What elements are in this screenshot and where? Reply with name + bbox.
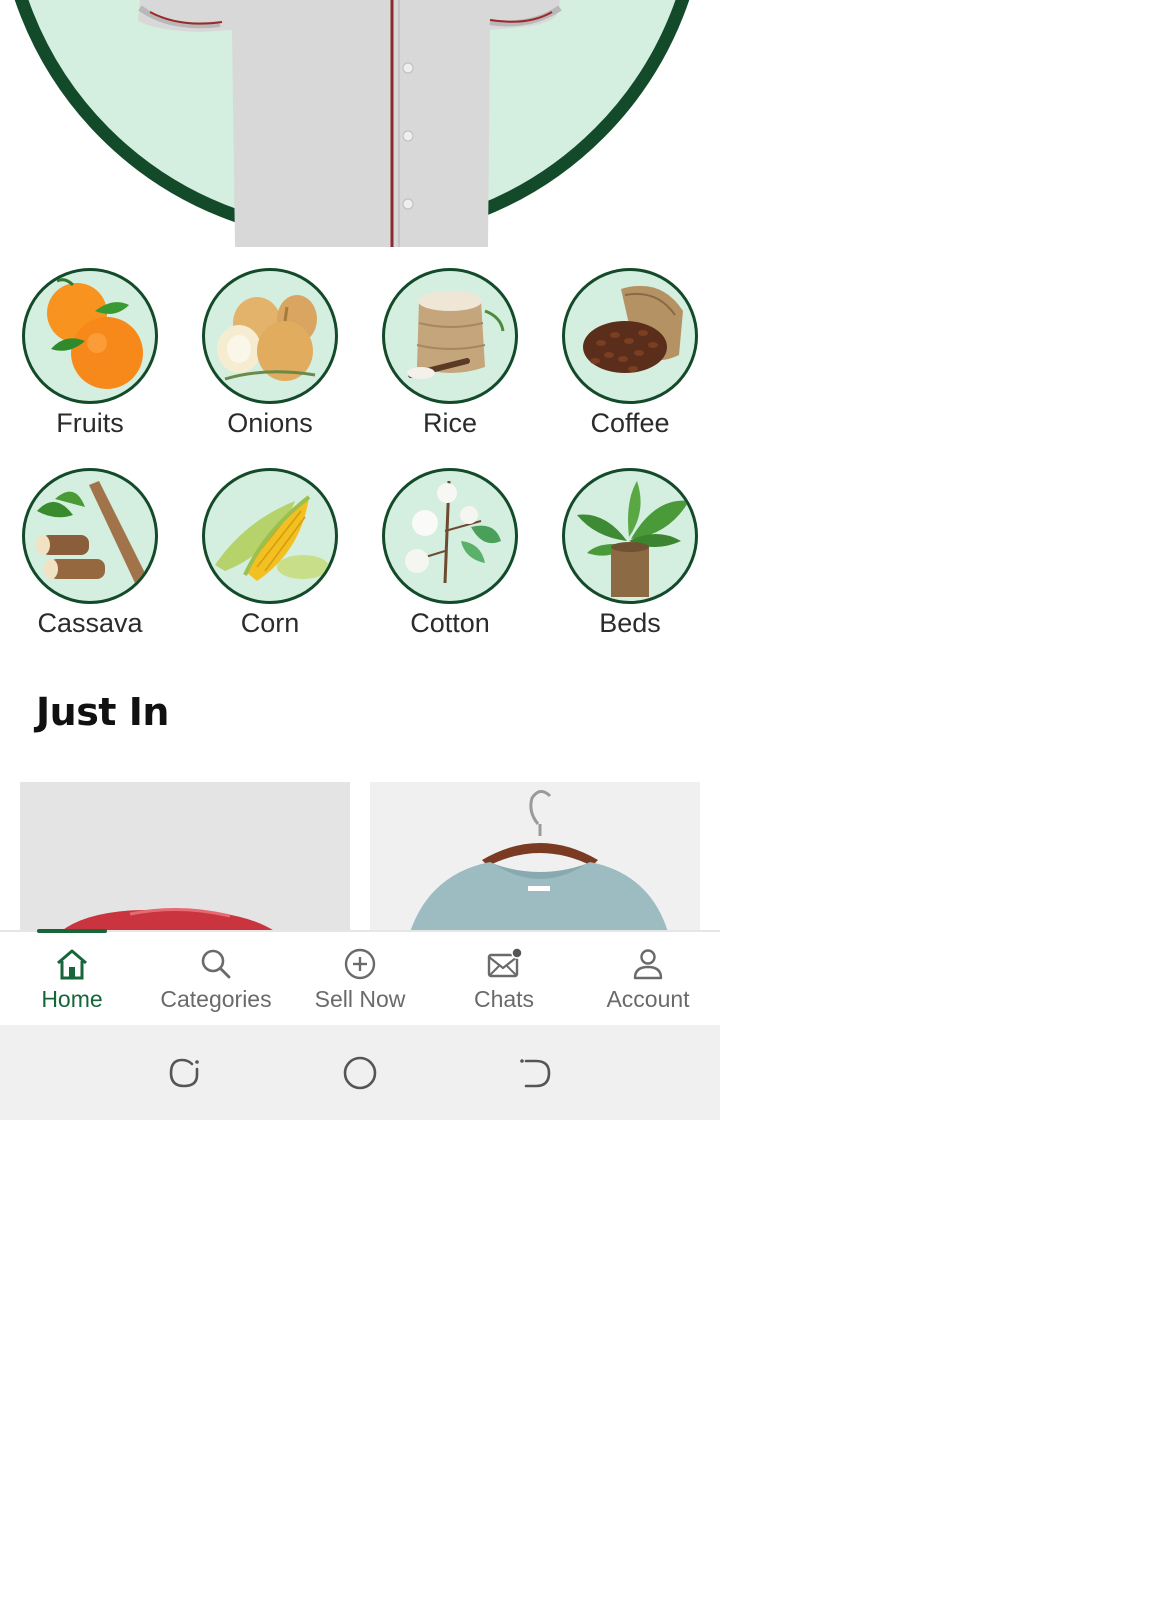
- category-cotton-circle: [382, 468, 518, 604]
- category-rice[interactable]: Rice: [370, 268, 530, 440]
- hero-banner[interactable]: [0, 0, 720, 247]
- shirt-image: [138, 0, 562, 247]
- nav-sell-now[interactable]: Sell Now: [288, 932, 432, 1027]
- onions-icon: [217, 295, 317, 381]
- category-onions-circle: [202, 268, 338, 404]
- category-beds-circle: [562, 468, 698, 604]
- cotton-icon: [405, 480, 501, 584]
- category-label: Fruits: [56, 408, 124, 438]
- category-label: Coffee: [590, 408, 670, 438]
- category-corn-circle: [202, 468, 338, 604]
- search-icon: [201, 949, 231, 979]
- unread-dot: [511, 947, 522, 959]
- category-rice-circle: [382, 268, 518, 404]
- recent-apps-icon[interactable]: [166, 1055, 202, 1091]
- meat-image: [20, 782, 350, 932]
- back-icon[interactable]: [518, 1055, 554, 1091]
- category-label: Cotton: [410, 608, 490, 638]
- plus-circle-icon: [344, 948, 376, 980]
- category-corn[interactable]: Corn: [190, 468, 350, 640]
- mail-icon: [487, 947, 522, 978]
- category-label: Beds: [599, 608, 661, 638]
- category-label: Onions: [227, 408, 313, 438]
- oranges-icon: [47, 278, 143, 389]
- category-label: Corn: [240, 608, 300, 638]
- screen: Fruits Onions Rice Coffee Cassava Corn C…: [0, 0, 720, 1120]
- coffee-beans-icon: [583, 285, 683, 373]
- category-fruits-circle: [22, 268, 158, 404]
- just-in-card-tshirt[interactable]: [370, 782, 700, 932]
- category-coffee[interactable]: Coffee: [550, 268, 710, 440]
- nav-account-label: Account: [606, 986, 690, 1012]
- tshirt-on-hanger-image: [370, 782, 700, 932]
- system-nav-bar: [0, 1025, 720, 1120]
- nav-chats-label: Chats: [473, 986, 535, 1012]
- nav-home[interactable]: Home: [0, 932, 144, 1027]
- person-icon: [633, 949, 663, 980]
- nav-categories[interactable]: Categories: [144, 932, 288, 1027]
- category-label: Rice: [422, 408, 477, 438]
- just-in-card-meat[interactable]: [20, 782, 350, 932]
- category-cassava-circle: [22, 468, 158, 604]
- nav-chats[interactable]: Chats: [432, 932, 576, 1027]
- cassava-icon: [36, 481, 147, 583]
- nav-home-label: Home: [41, 986, 103, 1012]
- home-button-icon[interactable]: [342, 1055, 378, 1091]
- nav-account[interactable]: Account: [576, 932, 720, 1027]
- rice-sack-icon: [407, 291, 505, 379]
- nav-sell-now-label: Sell Now: [314, 986, 406, 1012]
- category-cotton[interactable]: Cotton: [370, 468, 530, 640]
- category-onions[interactable]: Onions: [190, 268, 350, 440]
- category-coffee-circle: [562, 268, 698, 404]
- potted-plant-icon: [577, 481, 689, 597]
- category-cassava[interactable]: Cassava: [10, 468, 170, 640]
- category-beds[interactable]: Beds: [550, 468, 710, 640]
- home-icon: [57, 949, 87, 980]
- bottom-nav: Home Categories Sell Now Chats Account: [0, 929, 720, 1027]
- category-label: Cassava: [37, 608, 143, 638]
- just-in-title: Just In: [36, 690, 169, 734]
- nav-categories-label: Categories: [160, 986, 272, 1012]
- corn-icon: [215, 495, 329, 581]
- category-fruits[interactable]: Fruits: [10, 268, 170, 440]
